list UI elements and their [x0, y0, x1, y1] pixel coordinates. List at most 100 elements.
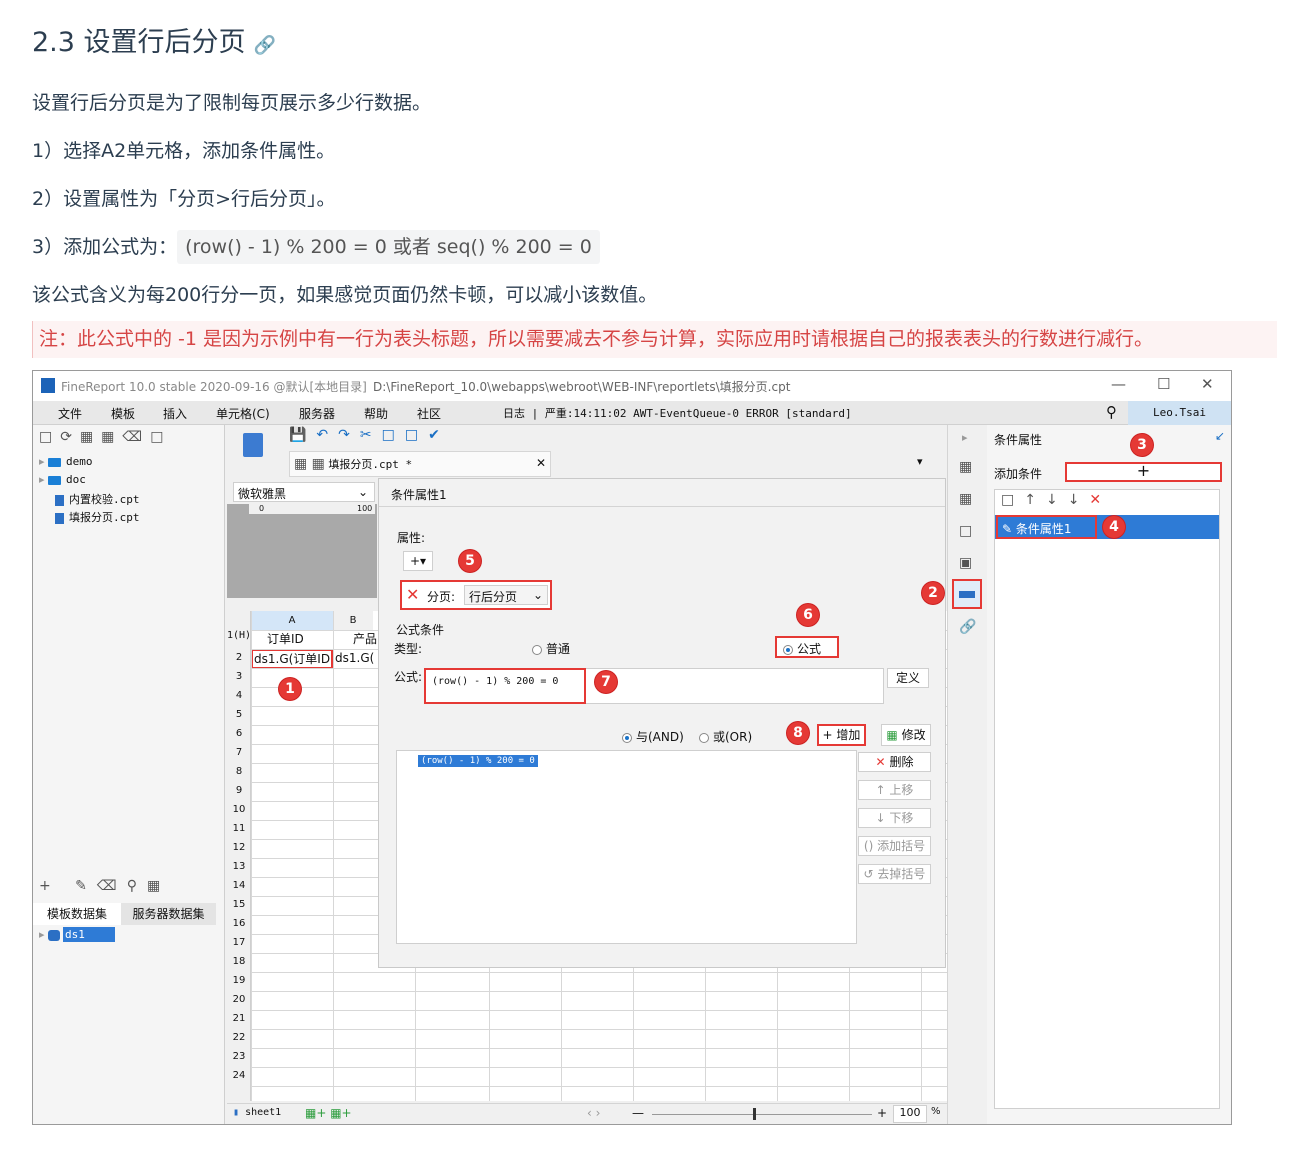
maximize-icon[interactable]: ☐	[1157, 375, 1170, 393]
menu-cell[interactable]: 单元格(C)	[216, 405, 270, 422]
zoom-out-button[interactable]: —	[632, 1106, 644, 1120]
add-attr-button[interactable]: +▾	[403, 551, 433, 571]
column-a-header[interactable]: A	[251, 611, 333, 630]
ruler: 0 100	[249, 504, 375, 514]
font-select[interactable]: 微软雅黑 ⌄	[233, 482, 375, 502]
sheet-tab[interactable]: ▮ sheet1	[233, 1107, 281, 1118]
cell-a2[interactable]: ds1.G(订单ID)	[251, 649, 333, 669]
condition-item[interactable]: ✎ 条件属性1	[996, 515, 1097, 539]
row-label[interactable]: 16	[227, 918, 251, 929]
frame-icon[interactable]: □	[959, 523, 972, 539]
hyperlink-icon[interactable]: 🔗	[959, 619, 976, 635]
grid-line	[251, 611, 252, 1101]
collapse-icon[interactable]: ▾	[917, 455, 923, 468]
row-label[interactable]: 11	[227, 823, 251, 834]
tab-server-dataset[interactable]: 服务器数据集	[121, 903, 216, 925]
row-label[interactable]: 24	[227, 1070, 251, 1081]
row-label[interactable]: 10	[227, 804, 251, 815]
row-label[interactable]: 17	[227, 937, 251, 948]
warning-note: 注：此公式中的 -1 是因为示例中有一行为表头标题，所以需要减去不参与计算，实际…	[32, 321, 1277, 358]
expand-arrow-icon[interactable]: ↙	[1215, 429, 1225, 443]
user-name[interactable]: Leo.Tsai	[1128, 401, 1231, 425]
list-toolbar-icons[interactable]: □↑↓↓✕	[1001, 492, 1111, 508]
popup-icon[interactable]: ▣	[959, 555, 972, 571]
row-label[interactable]: 4	[227, 690, 251, 701]
remove-bracket-button[interactable]: ↺ 去掉括号	[858, 864, 931, 884]
edit-toolbar-icons[interactable]: 💾↶↷✂□□✔	[289, 427, 450, 443]
condition-list[interactable]: (row() - 1) % 200 = 0	[396, 750, 857, 944]
zoom-slider[interactable]	[652, 1114, 872, 1115]
tree-item-doc[interactable]: ▸ doc	[39, 473, 86, 486]
type-formula-radio[interactable]: 公式	[775, 636, 839, 658]
tab-close-icon[interactable]: ✕	[536, 456, 546, 470]
menu-insert[interactable]: 插入	[163, 405, 187, 422]
row-label[interactable]: 6	[227, 728, 251, 739]
add-condition-button[interactable]: +	[1065, 462, 1222, 482]
dataset-toolbar-icons[interactable]: + ✎⌫⚲▦	[39, 878, 170, 894]
condition-list-item[interactable]: (row() - 1) % 200 = 0	[418, 755, 538, 767]
row-label[interactable]: 12	[227, 842, 251, 853]
zoom-in-button[interactable]: +	[877, 1106, 887, 1120]
row-label[interactable]: 8	[227, 766, 251, 777]
row-label[interactable]: 20	[227, 994, 251, 1005]
editor-tab[interactable]: ▦ ▦ 填报分页.cpt * ✕	[289, 451, 551, 477]
expand-icon[interactable]: ▸	[962, 431, 968, 444]
paging-select[interactable]: 行后分页 ⌄	[464, 585, 548, 605]
or-radio[interactable]: 或(OR)	[699, 728, 752, 745]
add-button[interactable]: + 增加	[817, 724, 866, 746]
type-normal-radio[interactable]: 普通	[532, 640, 570, 657]
minimize-icon[interactable]: —	[1111, 375, 1126, 393]
add-sheet-icons[interactable]: ▦+ ▦+	[305, 1106, 352, 1120]
row-label[interactable]: 5	[227, 709, 251, 720]
tree-item-demo[interactable]: ▸ demo	[39, 455, 93, 468]
close-icon[interactable]: ✕	[1201, 375, 1214, 393]
menu-file[interactable]: 文件	[58, 405, 82, 422]
cell-b1[interactable]: 产品	[353, 630, 377, 647]
cell-b2[interactable]: ds1.G(	[335, 651, 374, 665]
cell-element-icon[interactable]	[243, 433, 263, 457]
row-label[interactable]: 2	[227, 652, 251, 663]
add-cond-label: 添加条件	[994, 467, 1043, 481]
row-label[interactable]: 14	[227, 880, 251, 891]
row-label[interactable]: 15	[227, 899, 251, 910]
move-up-button[interactable]: ↑ 上移	[858, 780, 931, 800]
menu-template[interactable]: 模板	[111, 405, 135, 422]
row-label[interactable]: 23	[227, 1051, 251, 1062]
add-bracket-button[interactable]: () 添加括号	[858, 836, 931, 856]
row-label[interactable]: 22	[227, 1032, 251, 1043]
remove-attr-icon[interactable]: ✕	[406, 585, 419, 604]
menu-help[interactable]: 帮助	[364, 405, 388, 422]
search-icon[interactable]: ⚲	[1106, 403, 1117, 421]
row-label[interactable]: 9	[227, 785, 251, 796]
and-radio[interactable]: 与(AND)	[622, 728, 684, 745]
move-down-button[interactable]: ↓ 下移	[858, 808, 931, 828]
column-b-header[interactable]: B	[333, 611, 373, 630]
tree-item-validate[interactable]: 内置校验.cpt	[55, 491, 140, 507]
row-label[interactable]: 13	[227, 861, 251, 872]
link-icon[interactable]: 🔗	[254, 35, 276, 56]
row-label[interactable]: 7	[227, 747, 251, 758]
step-badge-3: 3	[1131, 434, 1153, 456]
tab-template-dataset[interactable]: 模板数据集	[33, 903, 121, 925]
delete-button[interactable]: ✕ 删除	[858, 752, 931, 772]
row-label[interactable]: 3	[227, 671, 251, 682]
menu-community[interactable]: 社区	[417, 405, 441, 422]
menu-server[interactable]: 服务器	[299, 405, 335, 422]
condition-attr-tab[interactable]	[952, 579, 982, 609]
row-label[interactable]: 18	[227, 956, 251, 967]
define-button[interactable]: 定义	[887, 668, 929, 688]
zoom-handle[interactable]	[753, 1108, 756, 1120]
cell-attr-icon[interactable]: ▦	[959, 459, 972, 475]
modify-button[interactable]: ▦ 修改	[881, 724, 931, 746]
widget-icon[interactable]: ▦	[959, 491, 972, 507]
dataset-item-ds1[interactable]: ▸ ds1	[39, 927, 115, 942]
nav-arrows[interactable]: ‹ ›	[587, 1106, 600, 1120]
row-label[interactable]: 19	[227, 975, 251, 986]
formula-value[interactable]: (row() - 1) % 200 = 0	[424, 668, 586, 704]
tree-toolbar-icons[interactable]: □⟳▦▦⌫□	[39, 429, 171, 445]
zoom-input[interactable]: 100	[893, 1105, 927, 1123]
tree-item-paging[interactable]: 填报分页.cpt	[55, 509, 140, 525]
divider	[379, 506, 945, 507]
cell-a1[interactable]: 订单ID	[267, 630, 304, 647]
row-label[interactable]: 21	[227, 1013, 251, 1024]
